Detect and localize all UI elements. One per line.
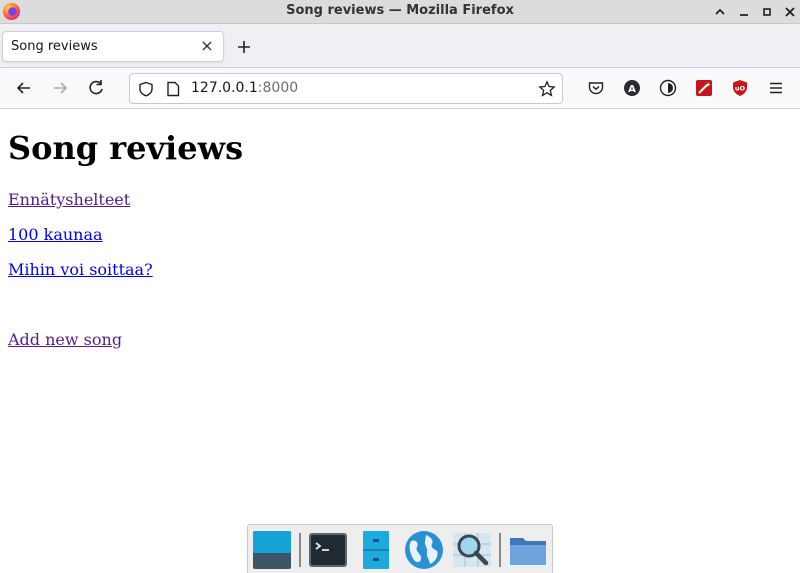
tab-label: Song reviews: [11, 39, 98, 54]
address-bar[interactable]: 127.0.0.1:8000: [129, 73, 563, 104]
back-arrow-icon[interactable]: [14, 78, 34, 98]
page-content: Song reviews Ennätyshelteet 100 kaunaa M…: [0, 109, 800, 524]
song-link-mihin-voi-soittaa[interactable]: Mihin voi soittaa?: [8, 260, 153, 279]
forward-arrow-icon[interactable]: [50, 78, 70, 98]
page-info-icon[interactable]: [166, 81, 180, 97]
close-icon: [785, 7, 795, 17]
terminal-icon[interactable]: [307, 529, 349, 571]
svg-text:A: A: [628, 84, 636, 95]
new-tab-plus-icon[interactable]: [234, 37, 254, 57]
url-host: 127.0.0.1: [191, 80, 258, 96]
window-title: Song reviews — Mozilla Firefox: [286, 3, 514, 18]
song-link-100-kaunaa[interactable]: 100 kaunaa: [8, 225, 103, 244]
web-browser-icon[interactable]: [403, 529, 445, 571]
dock-separator: [499, 533, 501, 567]
pocket-icon[interactable]: [587, 79, 605, 97]
extension-wand-icon[interactable]: [695, 79, 713, 97]
song-link-ennatyshelteet[interactable]: Ennätyshelteet: [8, 190, 130, 209]
account-avatar-icon[interactable]: A: [623, 79, 641, 97]
add-new-song-link[interactable]: Add new song: [8, 330, 122, 349]
page-title: Song reviews: [8, 129, 244, 167]
url-port: :8000: [257, 80, 299, 96]
svg-text:uO: uO: [735, 85, 746, 93]
window-maximize-button[interactable]: [758, 3, 776, 21]
tab-strip: Song reviews: [0, 24, 800, 68]
hamburger-menu-icon[interactable]: [767, 79, 785, 97]
chevron-up-icon: [715, 8, 725, 15]
ublock-origin-icon[interactable]: uO: [731, 79, 749, 97]
reload-icon[interactable]: [86, 78, 106, 98]
window-titlebar: Song reviews — Mozilla Firefox: [0, 0, 800, 24]
window-minimize-button[interactable]: [735, 3, 753, 21]
dock: [247, 524, 553, 573]
desktop-icon[interactable]: [251, 529, 293, 571]
folder-icon[interactable]: [507, 529, 549, 571]
maximize-icon: [763, 8, 771, 16]
tracking-protection-shield-icon[interactable]: [138, 81, 154, 97]
dock-separator: [299, 533, 301, 567]
url-text: 127.0.0.1:8000: [191, 80, 298, 96]
window-close-button[interactable]: [781, 3, 799, 21]
navigation-toolbar: 127.0.0.1:8000 A uO: [0, 68, 800, 109]
search-icon[interactable]: [451, 529, 493, 571]
extension-privacy-icon[interactable]: [659, 79, 677, 97]
tab-song-reviews[interactable]: Song reviews: [2, 31, 224, 62]
bookmark-star-icon[interactable]: [538, 80, 556, 98]
minimize-icon: [740, 14, 748, 16]
file-manager-icon[interactable]: [355, 529, 397, 571]
window-maximize-up-button[interactable]: [711, 3, 729, 21]
tab-close-icon[interactable]: [199, 38, 215, 54]
